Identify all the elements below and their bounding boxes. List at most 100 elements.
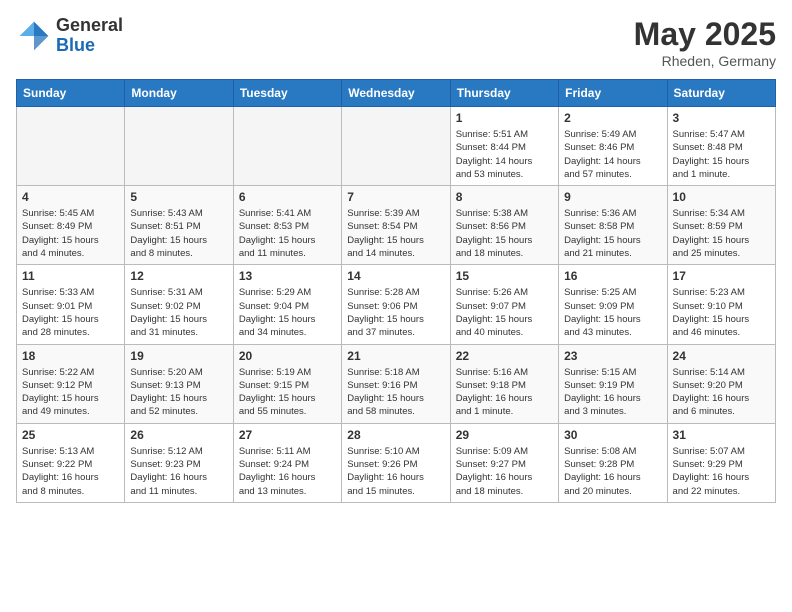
- day-info: Sunrise: 5:26 AM Sunset: 9:07 PM Dayligh…: [456, 286, 553, 339]
- day-number: 13: [239, 269, 336, 283]
- calendar-cell: 8 Sunrise: 5:38 AM Sunset: 8:56 PM Daylig…: [450, 186, 558, 265]
- day-number: 26: [130, 428, 227, 442]
- day-number: 21: [347, 349, 444, 363]
- day-info: Sunrise: 5:45 AM Sunset: 8:49 PM Dayligh…: [22, 207, 119, 260]
- weekday-header: Wednesday: [342, 80, 450, 107]
- day-number: 28: [347, 428, 444, 442]
- calendar-cell: 15Sunrise: 5:26 AM Sunset: 9:07 PM Dayli…: [450, 265, 558, 344]
- day-number: 31: [673, 428, 770, 442]
- calendar-cell: 31 Sunrise: 5:07 AM Sunset: 9:29 PM Dayli…: [667, 423, 775, 502]
- day-info: Sunrise: 5:33 AM Sunset: 9:01 PM Dayligh…: [22, 286, 119, 339]
- logo-blue-text: Blue: [56, 36, 123, 56]
- calendar-cell: 30 Sunrise: 5:08 AM Sunset: 9:28 PM Dayli…: [559, 423, 667, 502]
- day-number: 11: [22, 269, 119, 283]
- logo: General Blue: [16, 16, 123, 56]
- day-info: Sunrise: 5:07 AM Sunset: 9:29 PM Dayligh…: [673, 445, 770, 498]
- day-info: Sunrise: 5:16 AM Sunset: 9:18 PM Dayligh…: [456, 366, 553, 419]
- day-info: Sunrise: 5:22 AM Sunset: 9:12 PM Dayligh…: [22, 366, 119, 419]
- weekday-header: Saturday: [667, 80, 775, 107]
- calendar-cell: 18Sunrise: 5:22 AM Sunset: 9:12 PM Dayli…: [17, 344, 125, 423]
- day-number: 27: [239, 428, 336, 442]
- calendar-week-row: 25Sunrise: 5:13 AM Sunset: 9:22 PM Dayli…: [17, 423, 776, 502]
- day-info: Sunrise: 5:28 AM Sunset: 9:06 PM Dayligh…: [347, 286, 444, 339]
- day-info: Sunrise: 5:51 AM Sunset: 8:44 PM Dayligh…: [456, 128, 553, 181]
- day-info: Sunrise: 5:13 AM Sunset: 9:22 PM Dayligh…: [22, 445, 119, 498]
- calendar-cell: 17 Sunrise: 5:23 AM Sunset: 9:10 PM Dayli…: [667, 265, 775, 344]
- day-info: Sunrise: 5:11 AM Sunset: 9:24 PM Dayligh…: [239, 445, 336, 498]
- day-info: Sunrise: 5:09 AM Sunset: 9:27 PM Dayligh…: [456, 445, 553, 498]
- calendar-cell: 13 Sunrise: 5:29 AM Sunset: 9:04 PM Dayli…: [233, 265, 341, 344]
- day-info: Sunrise: 5:47 AM Sunset: 8:48 PM Dayligh…: [673, 128, 770, 181]
- day-number: 23: [564, 349, 661, 363]
- calendar-table: SundayMondayTuesdayWednesdayThursdayFrid…: [16, 79, 776, 503]
- day-number: 5: [130, 190, 227, 204]
- day-info: Sunrise: 5:49 AM Sunset: 8:46 PM Dayligh…: [564, 128, 661, 181]
- day-info: Sunrise: 5:23 AM Sunset: 9:10 PM Dayligh…: [673, 286, 770, 339]
- calendar-cell: 27 Sunrise: 5:11 AM Sunset: 9:24 PM Dayli…: [233, 423, 341, 502]
- weekday-header: Tuesday: [233, 80, 341, 107]
- calendar-cell: [17, 107, 125, 186]
- day-number: 6: [239, 190, 336, 204]
- day-number: 1: [456, 111, 553, 125]
- day-number: 12: [130, 269, 227, 283]
- day-number: 20: [239, 349, 336, 363]
- day-number: 3: [673, 111, 770, 125]
- calendar-cell: 9 Sunrise: 5:36 AM Sunset: 8:58 PM Daylig…: [559, 186, 667, 265]
- day-info: Sunrise: 5:14 AM Sunset: 9:20 PM Dayligh…: [673, 366, 770, 419]
- calendar-cell: 19Sunrise: 5:20 AM Sunset: 9:13 PM Dayli…: [125, 344, 233, 423]
- page-header: General Blue May 2025 Rheden, Germany: [16, 16, 776, 69]
- title-block: May 2025 Rheden, Germany: [634, 16, 776, 69]
- logo-general-text: General: [56, 16, 123, 36]
- day-info: Sunrise: 5:08 AM Sunset: 9:28 PM Dayligh…: [564, 445, 661, 498]
- day-info: Sunrise: 5:34 AM Sunset: 8:59 PM Dayligh…: [673, 207, 770, 260]
- calendar-cell: 23Sunrise: 5:15 AM Sunset: 9:19 PM Dayli…: [559, 344, 667, 423]
- location-text: Rheden, Germany: [634, 53, 776, 69]
- day-info: Sunrise: 5:39 AM Sunset: 8:54 PM Dayligh…: [347, 207, 444, 260]
- day-number: 8: [456, 190, 553, 204]
- weekday-header: Monday: [125, 80, 233, 107]
- day-info: Sunrise: 5:36 AM Sunset: 8:58 PM Dayligh…: [564, 207, 661, 260]
- calendar-cell: 7 Sunrise: 5:39 AM Sunset: 8:54 PM Daylig…: [342, 186, 450, 265]
- day-info: Sunrise: 5:18 AM Sunset: 9:16 PM Dayligh…: [347, 366, 444, 419]
- day-number: 24: [673, 349, 770, 363]
- day-number: 17: [673, 269, 770, 283]
- calendar-cell: 28 Sunrise: 5:10 AM Sunset: 9:26 PM Dayli…: [342, 423, 450, 502]
- day-number: 10: [673, 190, 770, 204]
- day-number: 9: [564, 190, 661, 204]
- day-info: Sunrise: 5:38 AM Sunset: 8:56 PM Dayligh…: [456, 207, 553, 260]
- calendar-cell: 10 Sunrise: 5:34 AM Sunset: 8:59 PM Dayli…: [667, 186, 775, 265]
- calendar-cell: 22 Sunrise: 5:16 AM Sunset: 9:18 PM Dayli…: [450, 344, 558, 423]
- calendar-cell: 4 Sunrise: 5:45 AM Sunset: 8:49 PM Daylig…: [17, 186, 125, 265]
- calendar-week-row: 1 Sunrise: 5:51 AM Sunset: 8:44 PM Daylig…: [17, 107, 776, 186]
- calendar-cell: 2 Sunrise: 5:49 AM Sunset: 8:46 PM Daylig…: [559, 107, 667, 186]
- calendar-week-row: 18Sunrise: 5:22 AM Sunset: 9:12 PM Dayli…: [17, 344, 776, 423]
- day-number: 30: [564, 428, 661, 442]
- calendar-cell: 25Sunrise: 5:13 AM Sunset: 9:22 PM Dayli…: [17, 423, 125, 502]
- calendar-cell: [233, 107, 341, 186]
- calendar-cell: 11 Sunrise: 5:33 AM Sunset: 9:01 PM Dayli…: [17, 265, 125, 344]
- calendar-cell: 1 Sunrise: 5:51 AM Sunset: 8:44 PM Daylig…: [450, 107, 558, 186]
- weekday-header: Thursday: [450, 80, 558, 107]
- calendar-cell: 24 Sunrise: 5:14 AM Sunset: 9:20 PM Dayli…: [667, 344, 775, 423]
- day-info: Sunrise: 5:29 AM Sunset: 9:04 PM Dayligh…: [239, 286, 336, 339]
- day-info: Sunrise: 5:19 AM Sunset: 9:15 PM Dayligh…: [239, 366, 336, 419]
- day-info: Sunrise: 5:10 AM Sunset: 9:26 PM Dayligh…: [347, 445, 444, 498]
- day-number: 14: [347, 269, 444, 283]
- calendar-week-row: 4 Sunrise: 5:45 AM Sunset: 8:49 PM Daylig…: [17, 186, 776, 265]
- calendar-week-row: 11 Sunrise: 5:33 AM Sunset: 9:01 PM Dayli…: [17, 265, 776, 344]
- day-number: 22: [456, 349, 553, 363]
- day-number: 7: [347, 190, 444, 204]
- day-number: 4: [22, 190, 119, 204]
- day-number: 2: [564, 111, 661, 125]
- month-title: May 2025: [634, 16, 776, 53]
- calendar-cell: 5 Sunrise: 5:43 AM Sunset: 8:51 PM Daylig…: [125, 186, 233, 265]
- day-info: Sunrise: 5:20 AM Sunset: 9:13 PM Dayligh…: [130, 366, 227, 419]
- calendar-cell: [125, 107, 233, 186]
- day-info: Sunrise: 5:43 AM Sunset: 8:51 PM Dayligh…: [130, 207, 227, 260]
- calendar-cell: 12Sunrise: 5:31 AM Sunset: 9:02 PM Dayli…: [125, 265, 233, 344]
- day-number: 29: [456, 428, 553, 442]
- weekday-header: Friday: [559, 80, 667, 107]
- day-info: Sunrise: 5:12 AM Sunset: 9:23 PM Dayligh…: [130, 445, 227, 498]
- calendar-cell: 3 Sunrise: 5:47 AM Sunset: 8:48 PM Daylig…: [667, 107, 775, 186]
- weekday-header: Sunday: [17, 80, 125, 107]
